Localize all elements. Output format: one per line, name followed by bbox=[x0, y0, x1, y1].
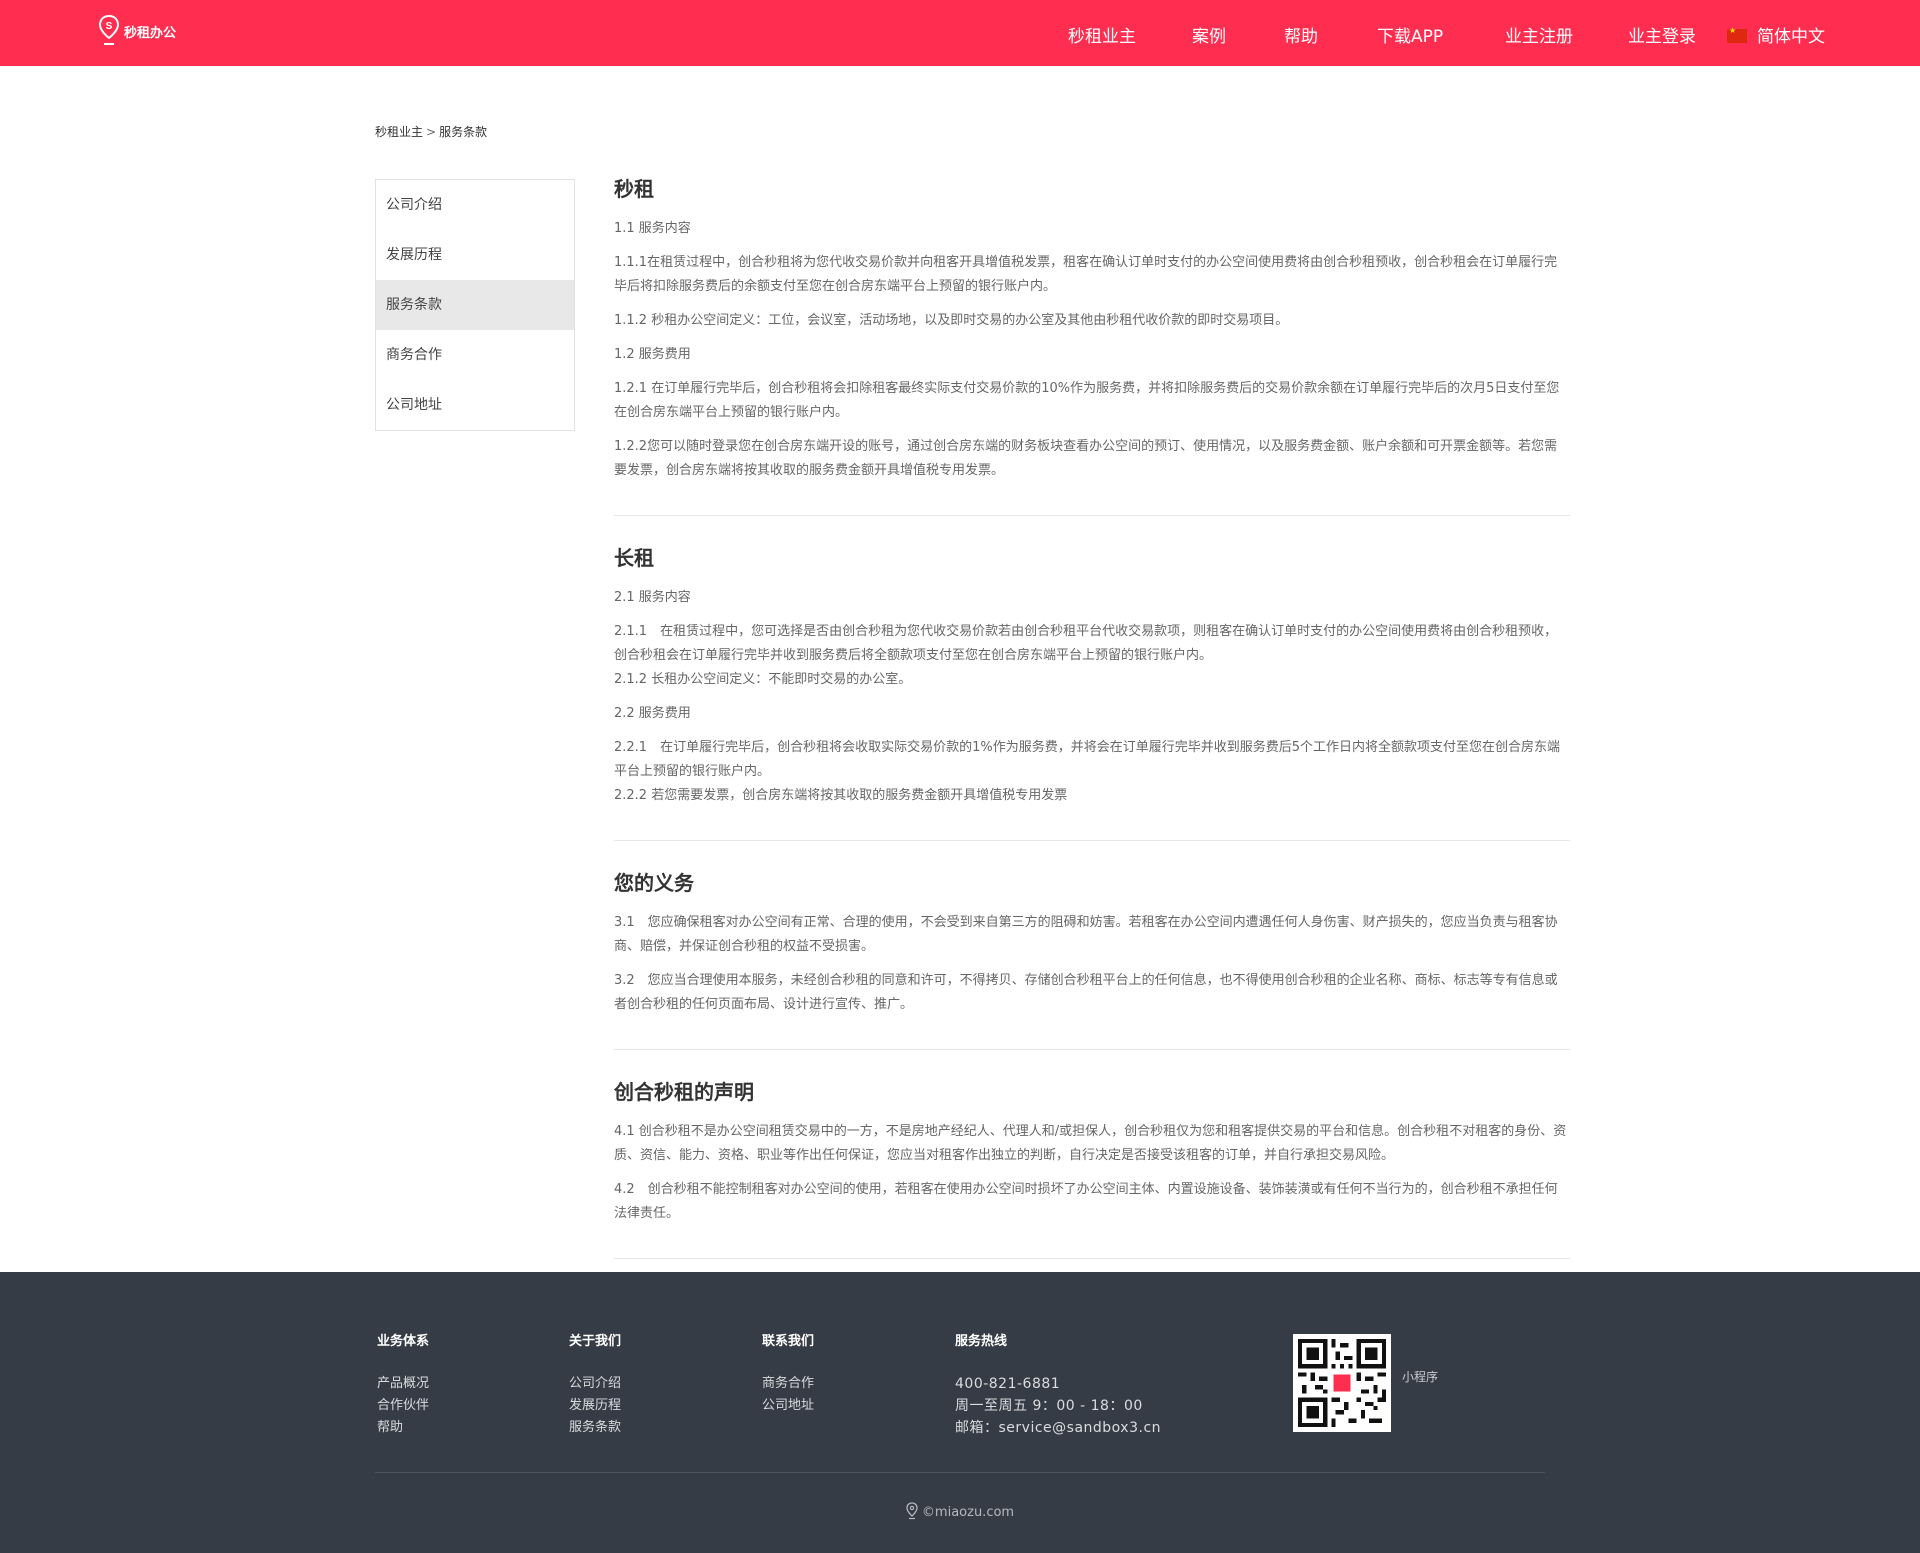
paragraph: 1.1 服务内容 bbox=[614, 221, 691, 236]
paragraph: 2.1.1 在租赁过程中，您可选择是否由创合秒租为您代收交易价款若由创合秒租平台… bbox=[614, 624, 1558, 663]
paragraph: 3.1 您应确保租客对办公空间有正常、合理的使用，不会受到来自第三方的阻碍和妨害… bbox=[614, 915, 1558, 954]
sidebar-item-company-intro[interactable]: 公司介绍 bbox=[376, 180, 574, 230]
logo-pin-icon: S bbox=[98, 14, 120, 45]
footer-link-terms[interactable]: 服务条款 bbox=[569, 1417, 621, 1439]
footer-link-business[interactable]: 商务合作 bbox=[762, 1373, 814, 1395]
footer-link-address[interactable]: 公司地址 bbox=[762, 1395, 814, 1417]
sidebar-item-address[interactable]: 公司地址 bbox=[376, 380, 574, 430]
svg-text:S: S bbox=[106, 21, 113, 32]
site-footer: 业务体系 产品概况 合作伙伴 帮助 关于我们 公司介绍 发展历程 服务条款 联系… bbox=[0, 1272, 1920, 1553]
nav-cases[interactable]: 案例 bbox=[1192, 22, 1226, 47]
paragraph: 2.2.2 若您需要发票，创合房东端将按其收取的服务费金额开具增值税专用发票 bbox=[614, 788, 1068, 803]
footer-link-products[interactable]: 产品概况 bbox=[377, 1373, 429, 1395]
paragraph: 1.2 服务费用 bbox=[614, 347, 691, 362]
footer-contact-column: 联系我们 商务合作 公司地址 bbox=[762, 1330, 814, 1417]
footer-link-partners[interactable]: 合作伙伴 bbox=[377, 1395, 429, 1417]
qr-label: 小程序 bbox=[1402, 1370, 1439, 1384]
copyright-text: ©miaozu.com bbox=[921, 1505, 1015, 1520]
footer-link-intro[interactable]: 公司介绍 bbox=[569, 1373, 621, 1395]
section-long-term: 长租 2.1 服务内容 2.1.1 在租赁过程中，您可选择是否由创合秒租为您代收… bbox=[614, 544, 1570, 841]
section-miaozu: 秒租 1.1 服务内容 1.1.1在租赁过程中，创合秒租将为您代收交易价款并向租… bbox=[614, 175, 1570, 516]
footer-business-column: 业务体系 产品概况 合作伙伴 帮助 bbox=[377, 1330, 429, 1439]
china-flag-icon bbox=[1727, 26, 1747, 43]
footer-column-title: 服务热线 bbox=[955, 1334, 1008, 1349]
section-statement: 创合秒租的声明 4.1 创合秒租不是办公空间租赁交易中的一方，不是房地产经纪人、… bbox=[614, 1078, 1570, 1259]
nav-owner[interactable]: 秒租业主 bbox=[1068, 22, 1136, 47]
paragraph: 3.2 您应当合理使用本服务，未经创合秒租的同意和许可，不得拷贝、存储创合秒租平… bbox=[614, 973, 1558, 1012]
breadcrumb-separator: > bbox=[426, 125, 437, 139]
footer-about-column: 关于我们 公司介绍 发展历程 服务条款 bbox=[569, 1330, 621, 1439]
footer-divider bbox=[375, 1472, 1545, 1473]
nav-help[interactable]: 帮助 bbox=[1284, 22, 1318, 47]
breadcrumb-current: 服务条款 bbox=[439, 125, 488, 139]
paragraph: 4.1 创合秒租不是办公空间租赁交易中的一方，不是房地产经纪人、代理人和/或担保… bbox=[614, 1124, 1567, 1163]
paragraph: 2.2 服务费用 bbox=[614, 706, 691, 721]
logo-text: 秒租办公 bbox=[124, 25, 177, 41]
footer-link-help[interactable]: 帮助 bbox=[377, 1417, 429, 1439]
section-title: 创合秒租的声明 bbox=[614, 1080, 754, 1104]
language-selector[interactable]: 简体中文 bbox=[1727, 22, 1825, 47]
footer-column-title: 业务体系 bbox=[377, 1334, 430, 1349]
hotline-phone: 400-821-6881 bbox=[955, 1376, 1061, 1392]
language-label: 简体中文 bbox=[1757, 27, 1825, 47]
sidebar-item-business[interactable]: 商务合作 bbox=[376, 330, 574, 380]
sidebar-item-history[interactable]: 发展历程 bbox=[376, 230, 574, 280]
nav-owner-login[interactable]: 业主登录 bbox=[1628, 22, 1696, 47]
paragraph: 2.1.2 长租办公空间定义：不能即时交易的办公室。 bbox=[614, 672, 912, 687]
nav-owner-register[interactable]: 业主注册 bbox=[1505, 22, 1573, 47]
hotline-hours: 周一至周五 9：00 - 18：00 bbox=[955, 1398, 1143, 1414]
sidebar-menu: 公司介绍 发展历程 服务条款 商务合作 公司地址 bbox=[375, 179, 575, 431]
sidebar-item-terms[interactable]: 服务条款 bbox=[376, 280, 574, 330]
section-title: 您的义务 bbox=[614, 871, 694, 895]
nav-download-app[interactable]: 下载APP bbox=[1377, 22, 1443, 47]
breadcrumb: 秒租业主 > 服务条款 bbox=[375, 123, 487, 140]
section-title: 秒租 bbox=[614, 177, 654, 201]
footer-link-history[interactable]: 发展历程 bbox=[569, 1395, 621, 1417]
paragraph: 2.1 服务内容 bbox=[614, 590, 691, 605]
footer-column-title: 联系我们 bbox=[762, 1334, 815, 1349]
qr-code-icon bbox=[1298, 1339, 1386, 1427]
paragraph: 1.2.2您可以随时登录您在创合房东端开设的账号，通过创合房东端的财务板块查看办… bbox=[614, 439, 1558, 478]
site-logo[interactable]: S 秒租办公 bbox=[98, 14, 176, 48]
location-pin-icon bbox=[906, 1502, 918, 1520]
terms-content: 秒租 1.1 服务内容 1.1.1在租赁过程中，创合秒租将为您代收交易价款并向租… bbox=[614, 175, 1570, 1287]
footer-hotline-column: 服务热线 400-821-6881 周一至周五 9：00 - 18：00 邮箱：… bbox=[955, 1330, 1161, 1439]
top-navigation-bar: S 秒租办公 秒租业主 案例 帮助 下载APP 业主注册 业主登录 简体中文 bbox=[0, 0, 1920, 66]
paragraph: 2.2.1 在订单履行完毕后，创合秒租将会收取实际交易价款的1%作为服务费，并将… bbox=[614, 740, 1560, 779]
footer-column-title: 关于我们 bbox=[569, 1334, 622, 1349]
paragraph: 1.2.1 在订单履行完毕后，创合秒租将会扣除租客最终实际支付交易价款的10%作… bbox=[614, 381, 1560, 420]
section-title: 长租 bbox=[614, 546, 654, 570]
paragraph: 1.1.2 秒租办公空间定义：工位，会议室，活动场地，以及即时交易的办公室及其他… bbox=[614, 313, 1289, 328]
copyright: ©miaozu.com bbox=[0, 1502, 1920, 1520]
paragraph: 1.1.1在租赁过程中，创合秒租将为您代收交易价款并向租客开具增值税发票，租客在… bbox=[614, 255, 1558, 294]
hotline-email: 邮箱：service@sandbox3.cn bbox=[955, 1420, 1162, 1436]
section-obligations: 您的义务 3.1 您应确保租客对办公空间有正常、合理的使用，不会受到来自第三方的… bbox=[614, 869, 1570, 1050]
miniprogram-qr-code bbox=[1293, 1334, 1391, 1432]
paragraph: 4.2 创合秒租不能控制租客对办公空间的使用，若租客在使用办公空间时损坏了办公空… bbox=[614, 1182, 1558, 1221]
breadcrumb-parent[interactable]: 秒租业主 bbox=[375, 125, 423, 139]
